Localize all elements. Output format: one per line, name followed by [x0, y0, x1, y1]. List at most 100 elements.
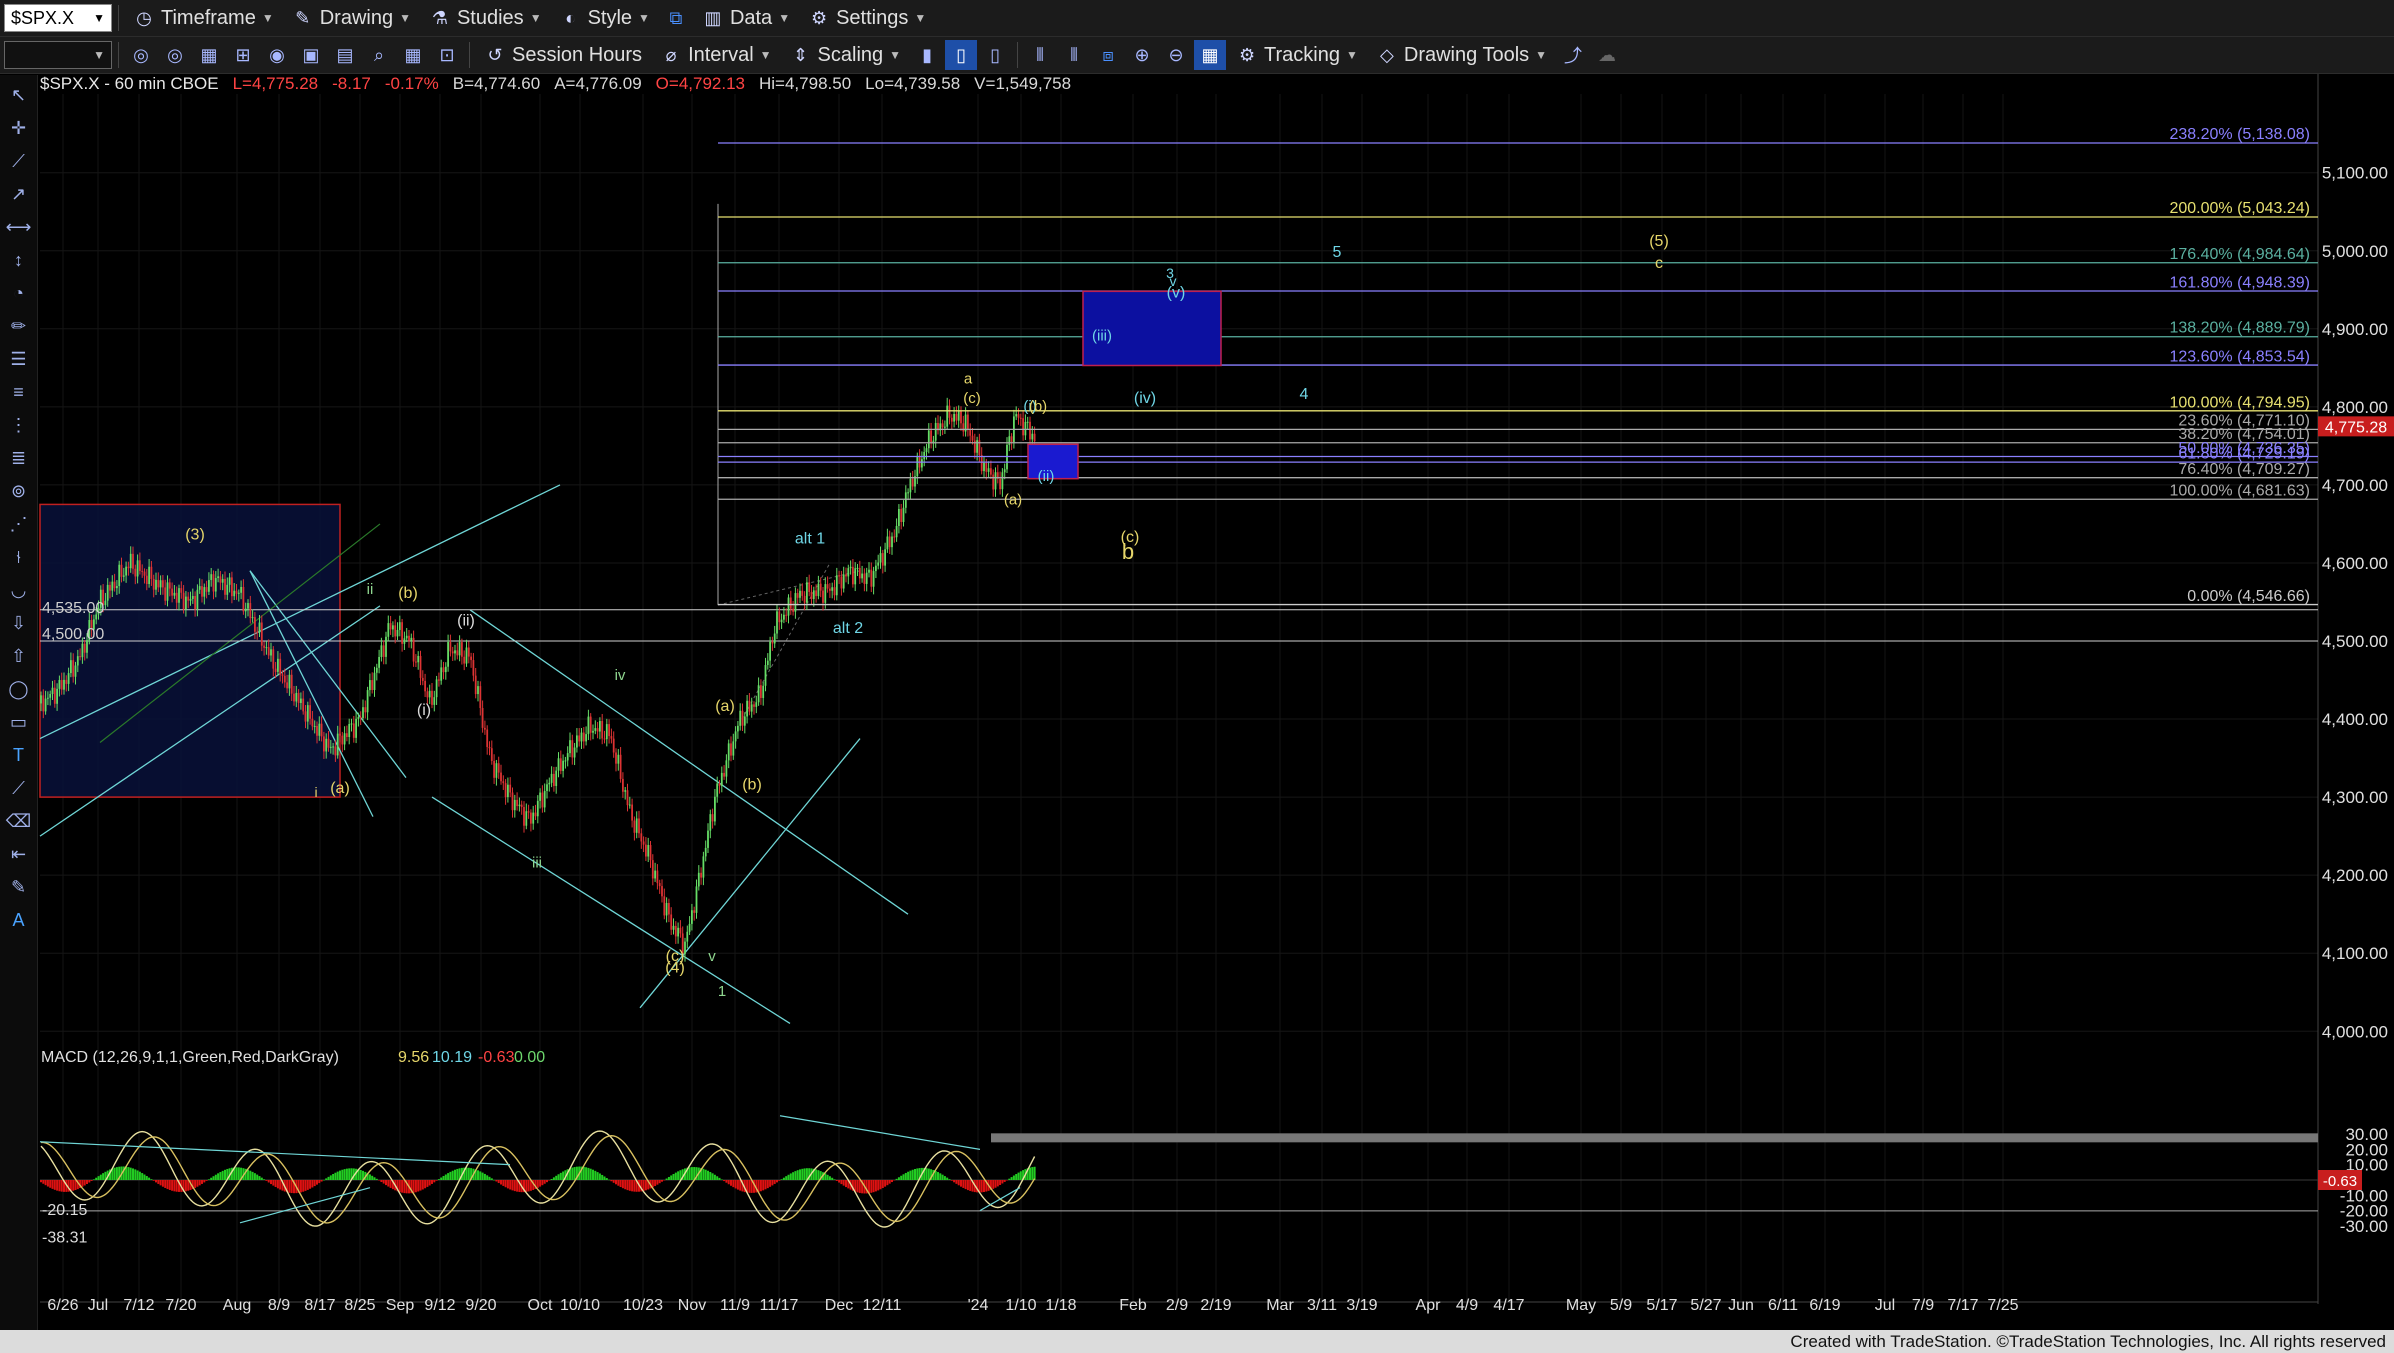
candle-body	[573, 747, 576, 758]
data-window-icon[interactable]: ▦	[1194, 40, 1227, 70]
studies-menu[interactable]: ⚗ Studies ▼	[421, 3, 550, 33]
macd-histogram-bar	[1017, 1172, 1020, 1180]
candle-body	[518, 804, 521, 807]
price-axis-label: 5,000.00	[2322, 242, 2388, 261]
macd-histogram-bar	[619, 1180, 622, 1188]
circle-a-icon[interactable]: ◎	[125, 40, 157, 70]
interval-menu[interactable]: ⌀ Interval ▼	[652, 40, 779, 70]
drawing-tools-menu[interactable]: ◇ Drawing Tools ▼	[1368, 40, 1555, 70]
candle-body	[764, 665, 767, 686]
session-hours-menu[interactable]: ↺ Session Hours	[476, 40, 650, 70]
window-icon[interactable]: ▣	[295, 40, 327, 70]
wave-label: (b)	[742, 776, 762, 793]
zoom-in-icon[interactable]: ⊕	[1126, 40, 1158, 70]
symbol-input[interactable]: $SPX.X ▼	[4, 4, 112, 32]
save-icon[interactable]: ▤	[329, 40, 361, 70]
bars-left-icon[interactable]: ⫴	[1024, 40, 1056, 70]
candle-body	[599, 721, 601, 732]
macd-histogram-bar	[891, 1180, 893, 1183]
layout-icon[interactable]: ⧈	[1092, 40, 1124, 70]
style-menu[interactable]: ◐ Style ▼	[552, 3, 658, 33]
candle-body	[833, 587, 836, 596]
macd-histogram-bar	[339, 1170, 341, 1180]
candle-chart-icon[interactable]: ▯	[945, 40, 978, 70]
grid-icon[interactable]: ▦	[193, 40, 225, 70]
interval-icon: ⌀	[665, 44, 677, 65]
macd-histogram-bar	[980, 1180, 983, 1193]
candle-body	[707, 830, 709, 848]
line-chart-icon[interactable]: ▯	[979, 40, 1011, 70]
macd-histogram-bar	[895, 1178, 898, 1180]
bar-chart-icon[interactable]: ▮	[911, 40, 943, 70]
circle-b-icon[interactable]: ◎	[159, 40, 191, 70]
macd-histogram-bar	[658, 1180, 661, 1184]
macd-label: MACD (12,26,9,1,1,Green,Red,DarkGray)	[41, 1049, 339, 1066]
zoom-out-icon[interactable]: ⊖	[1160, 40, 1192, 70]
candle-body	[42, 695, 45, 712]
candle-body	[750, 704, 753, 712]
candle-body	[463, 656, 466, 664]
candle-body	[249, 603, 252, 619]
macd-value: 0.00	[514, 1049, 545, 1066]
binoculars-icon[interactable]: ⊞	[227, 40, 259, 70]
candle-body	[1008, 436, 1011, 445]
timeframe-menu[interactable]: ◷ Timeframe ▼	[125, 3, 282, 33]
scaling-menu[interactable]: ⇕ Scaling ▼	[782, 40, 910, 70]
candle-body	[495, 763, 498, 778]
cloud-icon[interactable]: ☁	[1591, 40, 1623, 70]
candle-body	[904, 492, 907, 508]
candle-body	[415, 661, 417, 663]
candle-body	[870, 569, 873, 587]
drawing-tools-icon: ◇	[1379, 44, 1394, 65]
candle-body	[371, 680, 374, 691]
macd-histogram-bar	[661, 1180, 663, 1182]
macd-histogram-bar	[677, 1171, 680, 1180]
link-icon[interactable]: ⧉	[660, 3, 692, 33]
macd-histogram-bar	[672, 1173, 675, 1180]
candle-body	[992, 474, 995, 490]
macd-histogram-bar	[893, 1180, 896, 1181]
export-icon[interactable]: ⤴	[1557, 40, 1589, 70]
macd-histogram-bar	[500, 1180, 502, 1185]
fib-label: 100.00% (4,681.63)	[2169, 483, 2310, 500]
macd-histogram-bar	[224, 1169, 226, 1180]
candle-body	[962, 423, 965, 432]
bars-right-icon[interactable]: ⫴	[1058, 40, 1090, 70]
macd-histogram-bar	[557, 1174, 560, 1180]
macd-histogram-bar	[329, 1175, 332, 1180]
search-icon[interactable]: ⌕	[363, 40, 395, 70]
symbol-link-select[interactable]: ▼	[4, 41, 112, 69]
candle-body	[605, 724, 608, 740]
macd-histogram-bar	[509, 1180, 512, 1190]
time-axis-label: Feb	[1119, 1297, 1147, 1314]
wave-label: (a)	[330, 780, 350, 797]
macd-histogram-bar	[345, 1168, 348, 1180]
macd-histogram-bar	[858, 1180, 861, 1193]
calendar-icon[interactable]: ▦	[397, 40, 429, 70]
camera-icon[interactable]: ⊡	[431, 40, 463, 70]
macd-histogram-bar	[525, 1180, 528, 1192]
macd-histogram-bar	[60, 1180, 63, 1192]
tracking-menu[interactable]: ⚙ Tracking ▼	[1228, 40, 1366, 70]
macd-histogram-bar	[934, 1170, 937, 1180]
candle-body	[194, 595, 196, 610]
macd-histogram-bar	[785, 1176, 788, 1180]
settings-menu[interactable]: ⚙ Settings ▼	[800, 3, 934, 33]
drawing-menu[interactable]: ✎ Drawing ▼	[284, 3, 419, 33]
candle-body	[895, 525, 898, 538]
time-axis-label: 9/12	[424, 1297, 455, 1314]
price-chart[interactable]: 238.20% (5,138.08)200.00% (5,043.24)176.…	[0, 74, 2394, 1330]
macd-histogram-bar	[709, 1171, 712, 1180]
candle-body	[725, 760, 728, 777]
data-menu[interactable]: ▥ Data ▼	[694, 3, 798, 33]
candle-body	[454, 650, 456, 654]
candle-body	[891, 536, 893, 548]
candle-body	[166, 582, 169, 601]
macd-histogram-bar	[943, 1176, 946, 1180]
target-icon[interactable]: ◉	[261, 40, 293, 70]
macd-histogram-bar	[270, 1180, 272, 1185]
candle-body	[670, 914, 673, 930]
candle-body	[164, 587, 167, 601]
macd-histogram-bar	[688, 1167, 691, 1180]
candle-body	[251, 617, 254, 619]
